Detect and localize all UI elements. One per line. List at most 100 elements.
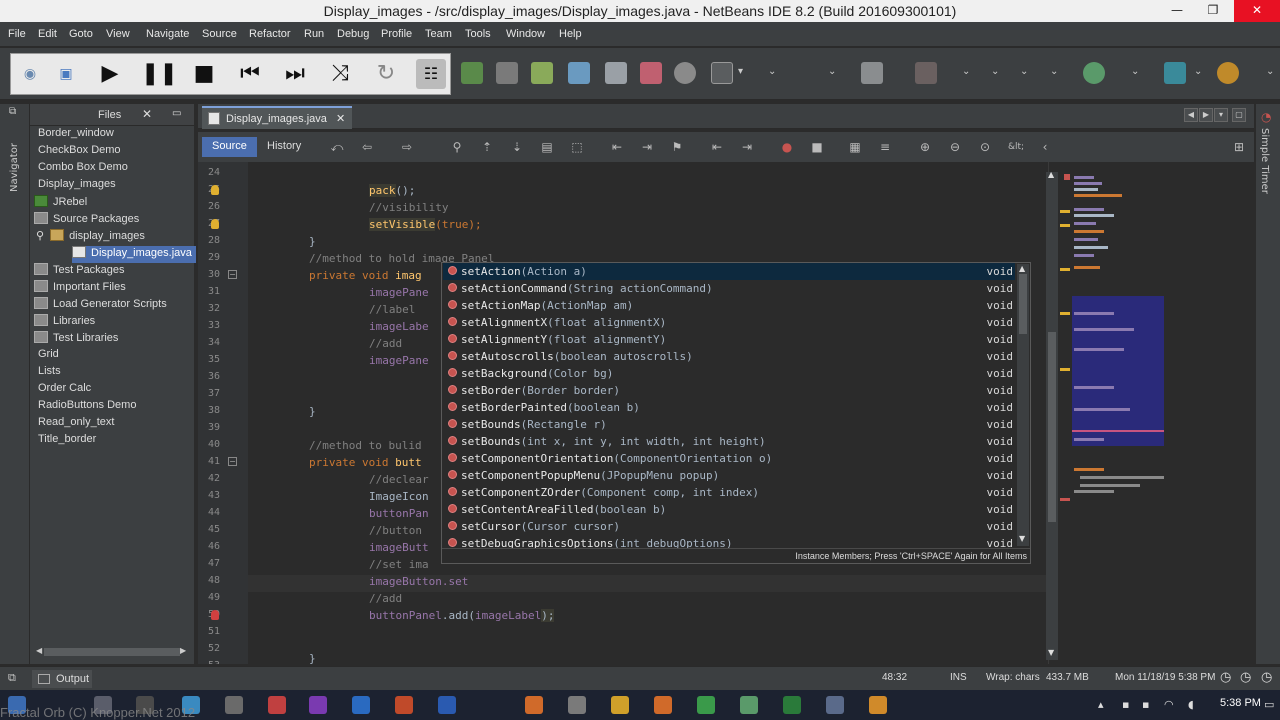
completion-item[interactable]: setActionMap(ActionMap am) void xyxy=(443,297,1015,314)
pause-icon[interactable]: ❚❚ xyxy=(141,59,178,89)
tray-icon[interactable]: ▪ xyxy=(1142,698,1149,711)
taskbar-app-icon[interactable] xyxy=(611,696,629,714)
menu-tools[interactable]: Tools xyxy=(465,28,491,40)
completion-item[interactable]: setBorder(Border border) void xyxy=(443,382,1015,399)
scroll-right-icon[interactable]: ▶ xyxy=(180,646,186,655)
scrollbar-thumb[interactable] xyxy=(1048,332,1056,522)
tab-list-icon[interactable]: ▾ xyxy=(1214,108,1228,122)
media-app-icon[interactable]: ◉ xyxy=(15,59,45,89)
taskbar-clock[interactable]: 5:38 PM xyxy=(1220,697,1261,709)
simple-timer-tab[interactable]: Simple Timer xyxy=(1259,128,1270,194)
completion-item[interactable]: setDebugGraphicsOptions(int debugOptions… xyxy=(443,535,1015,548)
previous-track-icon[interactable]: ⏮ xyxy=(235,59,265,89)
chevron-down-icon[interactable]: ⌄ xyxy=(962,66,970,77)
tool-icon[interactable] xyxy=(1217,62,1239,84)
netbeans-icon[interactable] xyxy=(826,696,844,714)
new-file-icon[interactable] xyxy=(531,62,553,84)
tree-item-source-packages[interactable]: Source Packages xyxy=(34,212,139,229)
tree-item-title-border[interactable]: Title_border xyxy=(38,433,96,450)
firefox-icon[interactable] xyxy=(654,696,672,714)
last-edit-icon[interactable]: ⤺ xyxy=(330,140,344,154)
history-tab-button[interactable]: History xyxy=(257,137,311,157)
toggle-bookmark-icon[interactable]: ⚑ xyxy=(670,140,684,154)
vlc-icon[interactable] xyxy=(869,696,887,714)
find-icon[interactable]: ⚲ xyxy=(450,140,464,154)
zoom-reset-icon[interactable]: ⊙ xyxy=(978,140,992,154)
menu-team[interactable]: Team xyxy=(425,28,452,40)
volume-icon[interactable]: ◖ xyxy=(1188,698,1194,711)
word-icon[interactable] xyxy=(438,696,456,714)
chevron-down-icon[interactable]: ⌄ xyxy=(991,66,999,77)
files-horizontal-scrollbar[interactable]: ◀ ▶ xyxy=(34,645,190,659)
tree-item-load-generator-scripts[interactable]: Load Generator Scripts xyxy=(34,297,167,314)
scroll-left-icon[interactable]: ◀ xyxy=(36,646,42,655)
fold-toggle-icon[interactable]: − xyxy=(228,457,237,466)
tree-item-libraries[interactable]: Libraries xyxy=(34,314,95,331)
scrollbar-thumb[interactable] xyxy=(1019,274,1027,334)
completion-item[interactable]: setContentAreaFilled(boolean b) void xyxy=(443,501,1015,518)
menu-run[interactable]: Run xyxy=(304,28,324,40)
menu-help[interactable]: Help xyxy=(559,28,582,40)
selection-icon[interactable]: ⬚ xyxy=(570,140,584,154)
completion-item[interactable]: setComponentPopupMenu(JPopupMenu popup) v… xyxy=(443,467,1015,484)
timer-toolbar-icon[interactable] xyxy=(1164,62,1186,84)
menu-window[interactable]: Window xyxy=(506,28,545,40)
error-bulb-icon[interactable] xyxy=(211,610,219,620)
completion-item[interactable]: setBounds(int x, int y, int width, int h… xyxy=(443,433,1015,450)
wifi-icon[interactable]: ◠ xyxy=(1164,698,1174,711)
chevron-down-icon[interactable]: ⌄ xyxy=(828,66,836,77)
output-tab[interactable]: Output xyxy=(32,670,92,688)
previous-bookmark-icon[interactable]: ⇤ xyxy=(610,140,624,154)
warning-marker[interactable] xyxy=(1060,368,1070,371)
warning-marker[interactable] xyxy=(1060,268,1070,271)
comment-icon[interactable]: ▦ xyxy=(848,140,862,154)
navigator-tab[interactable]: Navigator xyxy=(9,132,20,192)
warning-marker[interactable] xyxy=(1060,210,1070,213)
completion-item[interactable]: setAutoscrolls(boolean autoscrolls) void xyxy=(443,348,1015,365)
tree-item-order-calc[interactable]: Order Calc xyxy=(38,382,91,399)
restore-window-icon[interactable]: ⧉ xyxy=(8,671,16,685)
clock-icon[interactable]: ◷ xyxy=(1220,669,1231,685)
chevron-left-icon[interactable]: ‹ xyxy=(1038,140,1052,154)
chevron-down-icon[interactable]: ⌄ xyxy=(1131,66,1139,77)
tree-item-test-libraries[interactable]: Test Libraries xyxy=(34,331,118,348)
uncomment-icon[interactable]: ≡ xyxy=(878,140,892,154)
jrebel-toolbar-icon[interactable] xyxy=(915,62,937,84)
powerpoint-icon[interactable] xyxy=(395,696,413,714)
chevron-down-icon[interactable]: ⌄ xyxy=(1050,66,1058,77)
scrollbar-thumb[interactable] xyxy=(44,648,180,656)
completion-scrollbar[interactable]: ▲ ▼ xyxy=(1017,264,1029,546)
scroll-up-icon[interactable]: ▲ xyxy=(1048,170,1054,179)
tree-item-read-only-text[interactable]: Read_only_text xyxy=(38,416,114,433)
tray-icon[interactable]: ▪ xyxy=(1122,698,1129,711)
completion-item[interactable]: setBorderPainted(boolean b) void xyxy=(443,399,1015,416)
taskbar-app-icon[interactable] xyxy=(225,696,243,714)
play-icon[interactable]: ▶ xyxy=(95,59,125,89)
maximize-editor-icon[interactable]: ▢ xyxy=(1232,108,1246,122)
menu-refactor[interactable]: Refactor xyxy=(249,28,291,40)
action-center-icon[interactable]: ▭ xyxy=(1264,698,1274,711)
back-icon[interactable]: ⇦ xyxy=(360,140,374,154)
debug-project-icon[interactable] xyxy=(711,62,733,84)
error-marker[interactable] xyxy=(1064,174,1070,180)
find-next-icon[interactable]: ⇣ xyxy=(510,140,524,154)
taskbar-app-icon[interactable] xyxy=(740,696,758,714)
equalizer-icon[interactable]: ☷ xyxy=(416,59,446,89)
next-track-icon[interactable]: ⏭ xyxy=(280,59,310,89)
completion-item[interactable]: setCursor(Cursor cursor) void xyxy=(443,518,1015,535)
menu-file[interactable]: File xyxy=(8,28,26,40)
warning-marker[interactable] xyxy=(1060,224,1070,227)
completion-item[interactable]: setAlignmentY(float alignmentY) void xyxy=(443,331,1015,348)
hint-bulb-icon[interactable] xyxy=(211,219,219,229)
html-entity-button[interactable]: &lt; xyxy=(1004,140,1028,154)
scroll-up-icon[interactable]: ▲ xyxy=(1019,264,1025,273)
clean-build-icon[interactable] xyxy=(640,62,662,84)
editor-vertical-scrollbar[interactable]: ▲ ▼ xyxy=(1046,170,1058,660)
next-bookmark-icon[interactable]: ⇥ xyxy=(640,140,654,154)
completion-item[interactable]: setComponentZOrder(Component comp, int i… xyxy=(443,484,1015,501)
source-tab-button[interactable]: Source xyxy=(202,137,257,157)
tab-scroll-left-icon[interactable]: ◀ xyxy=(1184,108,1198,122)
expand-icon[interactable]: ⚲ xyxy=(36,230,44,242)
maximize-button[interactable]: ❐ xyxy=(1196,0,1230,22)
notification-icon[interactable]: ◷ xyxy=(1240,669,1251,685)
